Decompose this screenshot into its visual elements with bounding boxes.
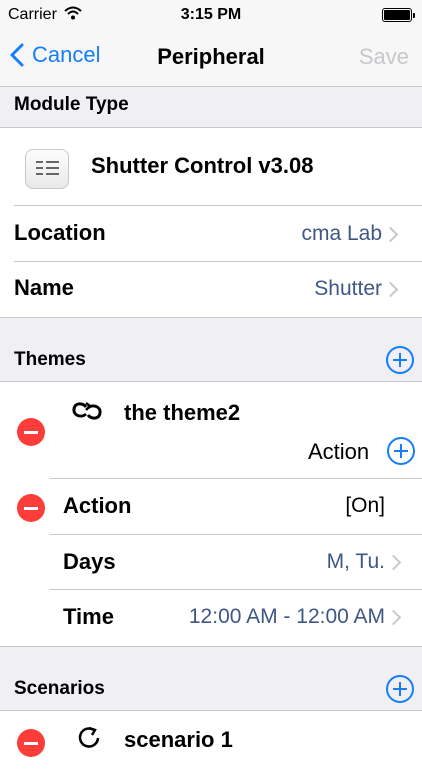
delete-scenario-button[interactable] bbox=[17, 729, 45, 757]
add-action-label: Action bbox=[308, 439, 370, 464]
repeat-icon bbox=[72, 402, 102, 420]
scenario-name: scenario 1 bbox=[124, 727, 233, 752]
theme-name: the theme2 bbox=[124, 400, 241, 425]
action-value: [On] bbox=[345, 494, 385, 517]
clock: 3:15 PM bbox=[180, 6, 242, 23]
add-theme-button[interactable] bbox=[386, 346, 414, 374]
time-label: Time bbox=[63, 604, 114, 629]
location-value: cma Lab bbox=[301, 222, 382, 245]
add-scenario-button[interactable] bbox=[386, 675, 414, 703]
time-value: 12:00 AM - 12:00 AM bbox=[188, 605, 385, 628]
navigation-bar: Cancel Peripheral Save bbox=[0, 30, 422, 87]
scenarios-heading: Scenarios bbox=[14, 678, 105, 699]
status-bar: Carrier 3:15 PM bbox=[0, 0, 422, 30]
days-label: Days bbox=[63, 549, 116, 574]
chevron-right-icon bbox=[382, 281, 399, 298]
time-row[interactable]: Time 12:00 AM - 12:00 AM bbox=[0, 590, 422, 645]
days-row[interactable]: Days M, Tu. bbox=[0, 535, 422, 589]
delete-theme-button[interactable] bbox=[17, 418, 45, 446]
refresh-icon bbox=[78, 726, 100, 748]
chevron-right-icon bbox=[385, 609, 402, 626]
location-row[interactable]: Location cma Lab bbox=[0, 206, 422, 261]
name-value: Shutter bbox=[314, 277, 382, 300]
name-label: Name bbox=[14, 275, 74, 300]
chevron-right-icon bbox=[385, 554, 402, 571]
module-type-heading: Module Type bbox=[14, 94, 129, 115]
days-value: M, Tu. bbox=[326, 550, 385, 573]
location-label: Location bbox=[14, 220, 106, 245]
chevron-right-icon bbox=[382, 226, 399, 243]
save-button[interactable]: Save bbox=[359, 44, 409, 70]
name-row[interactable]: Name Shutter bbox=[0, 262, 422, 316]
action-row[interactable]: Action [On] bbox=[0, 479, 422, 534]
module-icon bbox=[25, 149, 69, 189]
action-label: Action bbox=[63, 493, 132, 518]
add-action-button[interactable] bbox=[387, 437, 415, 465]
themes-heading: Themes bbox=[14, 349, 86, 370]
battery-icon bbox=[382, 8, 415, 22]
module-name: Shutter Control v3.08 bbox=[91, 153, 314, 178]
